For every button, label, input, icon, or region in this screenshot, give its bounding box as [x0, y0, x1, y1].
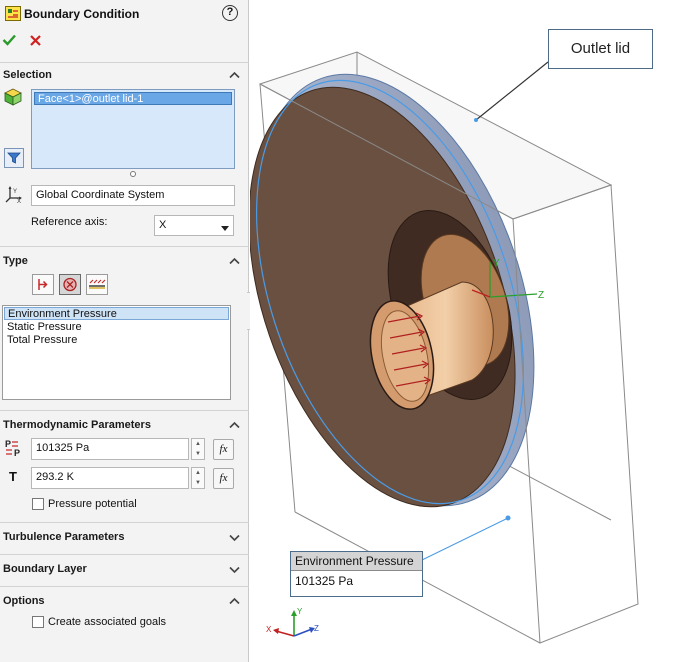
fx-icon: fx	[219, 472, 228, 484]
graphics-viewport[interactable]: Y Z Outlet lid Environment Pressure 1013…	[250, 0, 693, 662]
axis-label-z: Z	[314, 624, 319, 633]
list-item[interactable]: Static Pressure	[4, 321, 229, 334]
create-goals-checkbox[interactable]	[32, 616, 44, 628]
stepper-down-icon[interactable]: ▼	[192, 478, 204, 488]
face-selection-list[interactable]: Face<1>@outlet lid-1	[31, 89, 235, 169]
options-section-title: Options	[3, 595, 45, 607]
annotation-header: Environment Pressure	[291, 552, 422, 571]
pressure-fx-button[interactable]: fx	[213, 439, 234, 460]
boundary-condition-icon	[5, 6, 21, 21]
turbulence-section-title: Turbulence Parameters	[3, 531, 125, 543]
temperature-input[interactable]: 293.2 K	[31, 467, 189, 489]
annotation-leader	[421, 517, 509, 561]
pressure-parameter-icon: P P	[4, 438, 26, 458]
ok-button[interactable]	[2, 33, 17, 47]
type-list[interactable]: Environment Pressure Static Pressure Tot…	[2, 305, 231, 400]
pressure-openings-button[interactable]	[59, 274, 81, 295]
panel-title: Boundary Condition	[24, 7, 140, 21]
create-goals-label: Create associated goals	[48, 616, 167, 628]
collapse-selection-chevron-icon[interactable]	[229, 70, 240, 81]
filter-icon[interactable]	[4, 148, 24, 168]
svg-text:P: P	[14, 448, 20, 458]
reference-axis-value: X	[159, 219, 167, 231]
wall-button[interactable]	[86, 274, 108, 295]
annotation-value: 101325 Pa	[295, 574, 354, 588]
svg-text:P: P	[5, 439, 11, 449]
thermo-section-title: Thermodynamic Parameters	[3, 419, 151, 431]
axis-label-x: X	[266, 625, 272, 634]
list-item[interactable]: Total Pressure	[4, 334, 229, 347]
callout-label: Outlet lid	[570, 40, 631, 57]
coordinate-system-field[interactable]: Global Coordinate System	[31, 185, 235, 206]
outlet-lid-callout: Outlet lid	[548, 29, 653, 69]
flow-openings-button[interactable]	[32, 274, 54, 295]
stepper-down-icon[interactable]: ▼	[192, 449, 204, 459]
selection-section-title: Selection	[3, 69, 52, 81]
face-cube-icon	[4, 88, 22, 106]
svg-text:X: X	[17, 199, 21, 204]
collapse-thermo-chevron-icon[interactable]	[229, 420, 240, 431]
temperature-stepper[interactable]: ▲ ▼	[191, 467, 205, 489]
boundary-layer-section-title: Boundary Layer	[3, 563, 87, 575]
expand-boundary-layer-chevron-icon[interactable]	[229, 564, 240, 575]
chevron-down-icon	[221, 223, 229, 235]
reference-axis-dropdown[interactable]: X	[154, 215, 234, 236]
temperature-label: T	[9, 469, 17, 484]
temperature-fx-button[interactable]: fx	[213, 468, 234, 489]
callout-leader	[475, 61, 549, 121]
stepper-up-icon[interactable]: ▲	[192, 468, 204, 478]
pressure-input[interactable]: 101325 Pa	[31, 438, 189, 460]
collapse-options-chevron-icon[interactable]	[229, 596, 240, 607]
global-axis-triad: X Y Z	[266, 607, 319, 637]
fx-icon: fx	[219, 443, 228, 455]
svg-text:Y: Y	[13, 189, 17, 195]
pressure-potential-checkbox[interactable]	[32, 498, 44, 510]
expand-turbulence-chevron-icon[interactable]	[229, 532, 240, 543]
svg-text:Y: Y	[493, 258, 500, 269]
svg-text:Z: Z	[538, 290, 544, 301]
help-icon-glyph: ?	[226, 6, 234, 18]
stepper-up-icon[interactable]: ▲	[192, 439, 204, 449]
reference-axis-label: Reference axis:	[31, 216, 108, 228]
collapse-type-chevron-icon[interactable]	[229, 256, 240, 267]
environment-pressure-annotation: Environment Pressure 101325 Pa	[290, 551, 423, 597]
pressure-stepper[interactable]: ▲ ▼	[191, 438, 205, 460]
property-manager: Boundary Condition ? Selection Face<1>@o…	[0, 0, 249, 662]
list-item[interactable]: Environment Pressure	[4, 307, 229, 320]
help-icon[interactable]: ?	[222, 5, 238, 21]
resize-handle[interactable]	[130, 171, 136, 177]
type-section-title: Type	[3, 255, 28, 267]
pressure-potential-label: Pressure potential	[48, 498, 137, 510]
coordinate-system-icon: Y X	[4, 184, 24, 205]
list-item[interactable]: Face<1>@outlet lid-1	[34, 92, 232, 105]
cancel-button[interactable]	[29, 34, 42, 47]
axis-label-y: Y	[297, 607, 303, 616]
